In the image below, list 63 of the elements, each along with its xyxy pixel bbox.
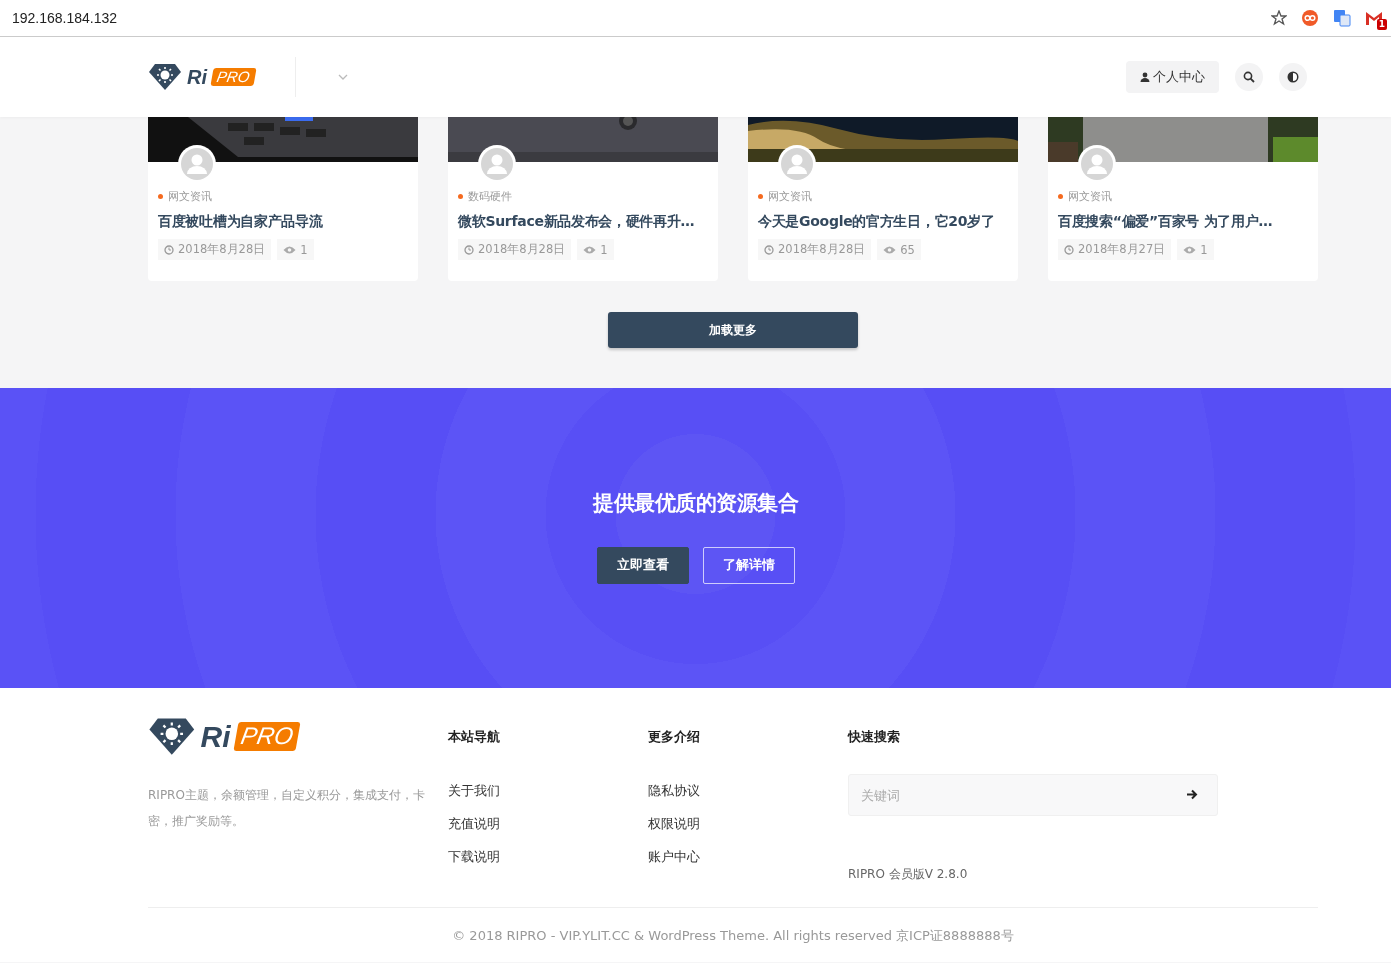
arrow-right-icon[interactable] [1186,789,1198,800]
banner-button[interactable]: 了解详情 [702,547,795,584]
post-title[interactable]: 今天是Google的官方生日，它20岁了 [758,213,1008,231]
eye-icon [883,245,897,254]
post-title[interactable]: 百度被吐槽为自家产品导流 [158,213,408,231]
post-title[interactable]: 微软Surface新品发布会，硬件再升… [458,213,708,231]
clock-icon [764,244,774,255]
eye-icon [1183,245,1197,254]
post-card[interactable]: 数码硬件 微软Surface新品发布会，硬件再升… 2018年8月28日 1 [448,117,718,281]
eye-icon [583,245,597,254]
avatar-icon [1081,148,1113,180]
views-tag: 1 [277,239,314,260]
translate-icon[interactable] [1333,9,1351,27]
load-more-button[interactable]: 加载更多 [608,312,858,348]
footer-link[interactable]: 账户中心 [648,840,848,873]
views-tag: 65 [877,239,921,260]
footer-link[interactable]: 隐私协议 [648,774,848,807]
post-card[interactable]: 网文资讯 百度被吐槽为自家产品导流 2018年8月28日 1 [148,117,418,281]
banner-title: 提供最优质的资源集合 [593,490,798,517]
clock-icon [464,244,474,255]
logo-badge: PRO [233,722,301,751]
diamond-logo-icon [148,717,196,757]
avatar-icon [181,148,213,180]
contrast-icon [1286,70,1300,84]
post-card[interactable]: 网文资讯 百度搜索“偏爱”百家号 为了用户… 2018年8月27日 1 [1048,117,1318,281]
footer-link[interactable]: 充值说明 [448,807,648,840]
diamond-logo-icon [148,63,182,91]
column-heading: 本站导航 [448,728,501,746]
post-title[interactable]: 百度搜索“偏爱”百家号 为了用户… [1058,213,1308,231]
logo-text: Ri [200,721,231,752]
clock-icon [1064,244,1074,255]
date-tag: 2018年8月28日 [158,239,272,260]
eye-icon [283,245,297,254]
post-card[interactable]: 网文资讯 今天是Google的官方生日，它20岁了 2018年8月28日 65 [748,117,1018,281]
column-heading: 快速搜索 [848,728,901,746]
theme-toggle-button[interactable] [1279,63,1307,91]
logo-text: Ri [187,67,207,87]
avatar-icon [481,148,513,180]
star-icon[interactable] [1271,10,1287,26]
date-tag: 2018年8月28日 [758,239,872,260]
avatar-icon [781,148,813,180]
footer-link[interactable]: 关于我们 [448,774,648,807]
keyword-search-field[interactable]: 关键词 [848,774,1218,816]
user-center-button[interactable]: 个人中心 [1126,61,1219,93]
address-bar[interactable]: 192.168.184.132 [12,10,1257,26]
views-tag: 1 [577,239,614,260]
copyright-text: © 2018 RIPRO - VIP.YLIT.CC & WordPress Theme. All rights reserved 京ICP证8888888号 [148,907,1318,945]
clock-icon [164,244,174,255]
version-label: RIPRO 会员版V 2.8.0 [848,866,969,883]
footer-link[interactable]: 下载说明 [448,840,648,873]
column-heading: 更多介绍 [648,728,701,746]
date-tag: 2018年8月28日 [458,239,572,260]
views-tag: 1 [1177,239,1214,260]
notification-badge: 1 [1376,19,1387,30]
site-description: RIPRO主题，余额管理，自定义积分，集成支付，卡密，推广奖励等。 [148,787,426,831]
extension-icon[interactable] [1301,9,1319,27]
date-tag: 2018年8月27日 [1058,239,1172,260]
search-button[interactable] [1235,63,1263,91]
user-icon [1140,72,1150,82]
logo-badge: PRO [210,68,257,86]
banner-button[interactable]: 立即查看 [596,547,689,584]
search-icon [1243,71,1255,83]
footer-link[interactable]: 权限说明 [648,807,848,840]
